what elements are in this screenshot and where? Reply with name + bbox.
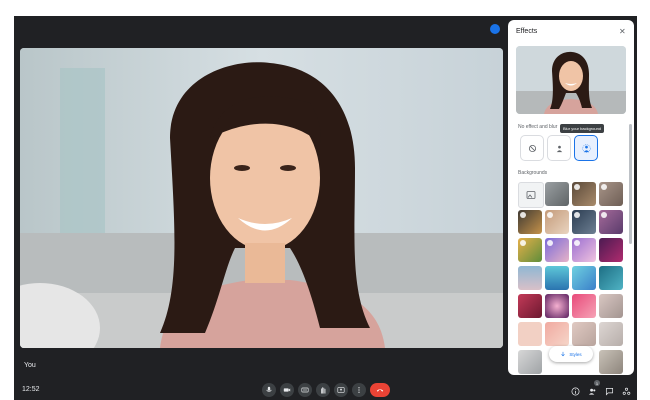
present-button[interactable] (334, 383, 348, 397)
self-name-label: You (24, 362, 36, 369)
block-icon (528, 144, 536, 152)
background-tile[interactable] (518, 210, 542, 234)
backgrounds-section-label: Backgrounds (518, 170, 548, 176)
background-tile[interactable] (599, 266, 623, 290)
background-tile[interactable] (599, 238, 623, 262)
background-tile[interactable] (518, 238, 542, 262)
person-blur-icon (556, 145, 562, 152)
raise-hand-button[interactable] (316, 383, 330, 397)
mic-button[interactable] (262, 383, 276, 397)
close-icon[interactable]: ✕ (619, 27, 626, 36)
activities-button[interactable] (620, 385, 632, 397)
background-tile[interactable] (572, 238, 596, 262)
more-indicator[interactable] (490, 24, 500, 34)
end-call-icon (376, 389, 384, 392)
background-tile[interactable] (572, 182, 596, 206)
slight-blur-button[interactable] (547, 135, 571, 161)
chat-button[interactable] (603, 385, 615, 397)
no-effect-button[interactable] (520, 135, 544, 161)
no-effect-section-label: No effect and blur (518, 124, 558, 130)
background-tile[interactable] (545, 322, 569, 346)
background-tile[interactable] (599, 294, 623, 318)
info-icon (571, 387, 579, 395)
end-call-button[interactable] (370, 383, 390, 397)
styles-button[interactable]: Styles (549, 346, 593, 362)
background-tile[interactable] (599, 322, 623, 346)
background-tile[interactable] (545, 238, 569, 262)
captions-icon (301, 387, 309, 393)
background-tile[interactable] (599, 182, 623, 206)
camera-button[interactable] (280, 383, 294, 397)
upload-image-icon (526, 191, 536, 199)
activities-icon (622, 387, 630, 395)
meeting-clock: 12:52 (22, 386, 40, 393)
people-button[interactable] (586, 385, 598, 397)
styles-label: Styles (569, 351, 582, 357)
people-icon (588, 388, 595, 395)
background-tile[interactable] (518, 266, 542, 290)
more-options-button[interactable] (352, 383, 366, 397)
background-tile[interactable] (518, 350, 542, 374)
participant-video-image (20, 48, 503, 348)
background-tile[interactable] (572, 210, 596, 234)
self-preview (516, 46, 626, 114)
effects-panel-title: Effects (516, 28, 538, 35)
self-preview-image (516, 46, 626, 114)
panel-scrollbar[interactable] (629, 124, 632, 244)
arrow-down-icon (561, 351, 566, 357)
blur-background-button[interactable] (574, 135, 598, 161)
more-options-icon (358, 387, 360, 393)
present-icon (337, 387, 345, 393)
effects-panel: Effects ✕ No effect and blur Blur your b… (508, 20, 634, 375)
background-tile[interactable] (545, 266, 569, 290)
person-blur-strong-icon (581, 143, 591, 153)
background-tile[interactable] (599, 210, 623, 234)
mic-icon (266, 386, 272, 392)
camera-icon (283, 388, 291, 392)
blur-tooltip: Blur your background (560, 124, 605, 133)
meeting-info-button[interactable] (569, 385, 581, 397)
main-video-tile (20, 48, 503, 348)
captions-button[interactable] (298, 383, 312, 397)
background-tile[interactable] (599, 350, 623, 374)
background-tile[interactable] (545, 210, 569, 234)
chat-icon (605, 387, 613, 396)
upload-background-tile[interactable] (518, 182, 544, 208)
background-tile[interactable] (518, 294, 542, 318)
background-tile[interactable] (545, 294, 569, 318)
background-tile[interactable] (572, 294, 596, 318)
background-tile[interactable] (572, 266, 596, 290)
background-tile[interactable] (518, 322, 542, 346)
participant-count-badge: 1 (594, 380, 600, 386)
background-tile[interactable] (545, 182, 569, 206)
raise-hand-icon (321, 387, 326, 394)
background-tile[interactable] (572, 322, 596, 346)
